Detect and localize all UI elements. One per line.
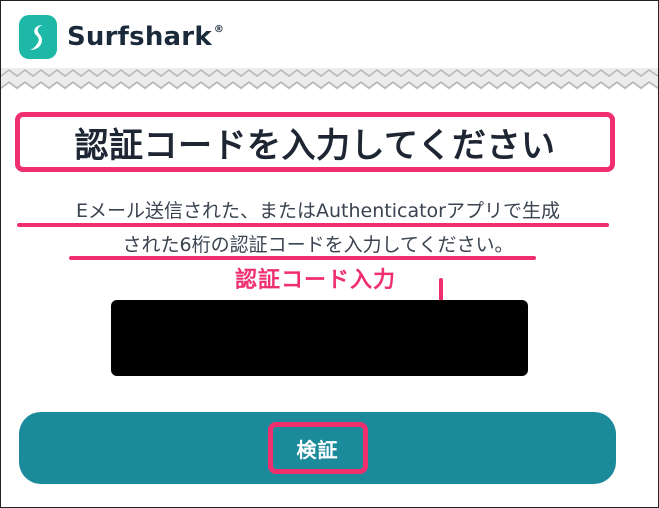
page-title: 認証コードを入力してください — [74, 125, 556, 166]
title-highlight-box: 認証コードを入力してください — [15, 112, 615, 172]
main-content: 認証コードを入力してください Eメール送信された、またはAuthenticato… — [1, 94, 658, 507]
verify-highlight-box: 検証 — [267, 422, 368, 474]
verification-code-input[interactable] — [111, 300, 528, 376]
header: Surfshark ® — [1, 1, 658, 71]
verify-button-label: 検証 — [296, 439, 339, 462]
code-input-annotation: 認証コード入力 — [235, 268, 397, 293]
torn-edge-divider — [0, 68, 659, 94]
surfshark-logo[interactable]: Surfshark ® — [19, 15, 224, 59]
brand-name: Surfshark ® — [67, 22, 225, 52]
description: Eメール送信された、またはAuthenticatorアプリで生成 された6桁の認… — [23, 194, 613, 262]
verify-button[interactable]: 検証 — [19, 412, 616, 484]
surfshark-logo-icon — [19, 15, 57, 59]
highlight-underline-1 — [17, 223, 609, 227]
trademark-symbol: ® — [213, 24, 225, 35]
highlight-underline-2 — [69, 256, 536, 260]
